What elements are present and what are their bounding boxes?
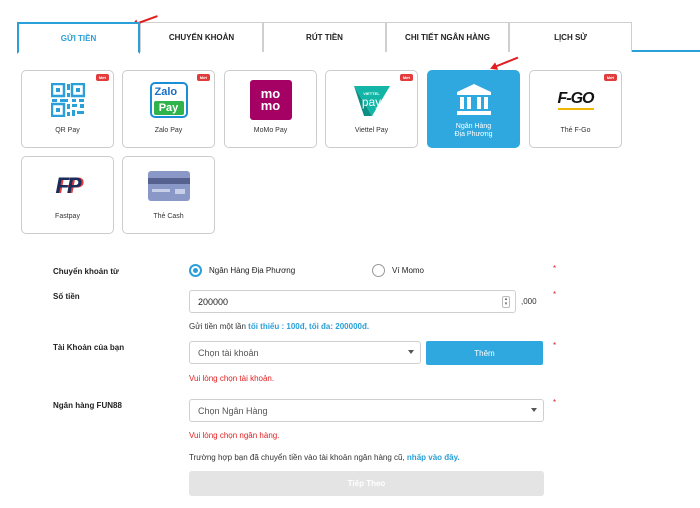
tab-bank-details[interactable]: CHI TIẾT NGÂN HÀNG [386,22,509,52]
viettel-pay-text: pay [361,95,382,109]
amount-limit-hint: Gửi tiền một lần tối thiểu : 100đ, tối đ… [189,322,369,331]
chevron-down-icon [531,408,537,412]
method-fastpay[interactable]: FP Fastpay [21,156,114,234]
amount-value: 200000 [198,296,229,307]
new-badge: Mới [399,74,413,81]
tab-bar: GỬI TIỀN CHUYỂN KHOẢN RÚT TIỀN CHI TIẾT … [17,22,700,54]
chevron-down-icon [408,350,414,354]
old-account-note: Trường hợp bạn đã chuyển tiền vào tài kh… [189,453,460,462]
method-label: Ngân Hàng Địa Phương [454,123,493,138]
method-zalo-pay[interactable]: Mới Zalo Pay Zalo Pay [122,70,215,148]
required-mark: * [553,341,557,350]
tab-history[interactable]: LỊCH SỬ [509,22,632,52]
limit-value: tối thiểu : 100đ, tối đa: 200000đ. [248,322,370,331]
tab-deposit[interactable]: GỬI TIỀN [17,22,140,54]
method-momo-pay[interactable]: mo mo MoMo Pay [224,70,317,148]
required-mark: * [553,264,557,273]
method-local-bank[interactable]: Ngân Hàng Địa Phương [427,70,520,148]
method-viettel-pay[interactable]: Mới VIETTEL pay Viettel Pay [325,70,418,148]
pay-wordmark: Pay [153,101,184,115]
required-mark: * [553,290,557,299]
limit-prefix: Gửi tiền một lần [189,322,249,331]
required-mark: * [553,398,557,407]
number-stepper-icon[interactable]: ▴ ▾ [502,296,510,308]
radio-momo-label: Ví Momo [392,266,425,275]
next-button[interactable]: Tiếp Theo [189,471,544,496]
bank-icon [451,81,497,119]
viettelpay-logo: VIETTEL pay [349,81,395,119]
fgo-wordmark: F-GO [557,90,595,110]
qr-code-icon [45,81,91,119]
method-label: Thẻ Cash [153,213,184,220]
amount-input[interactable]: 200000 ▴ ▾ [189,290,516,313]
momo-logo: mo mo [248,80,294,120]
account-select-value: Chọn tài khoản [198,347,259,358]
fastpay-logo: FP [45,167,91,205]
method-fgo-card[interactable]: Mới F-GO Thẻ F-Go [529,70,622,148]
method-cash-card[interactable]: Thẻ Cash [122,156,215,234]
click-here-link[interactable]: nhấp vào đây. [407,453,460,462]
new-badge: Mới [95,74,109,81]
new-badge: Mới [196,74,210,81]
method-label: Zalo Pay [154,127,183,134]
account-error: Vui lòng chọn tài khoản. [189,374,275,383]
radio-local-bank[interactable]: Ngân Hàng Địa Phương [189,264,295,277]
momo-bottom-text: mo [260,98,281,113]
zalo-wordmark: Zalo [154,86,178,98]
method-label: Thẻ F-Go [560,127,591,134]
account-select[interactable]: Chọn tài khoản [189,341,421,364]
tab-transfer[interactable]: CHUYỂN KHOẢN [140,22,263,52]
radio-unchecked-icon[interactable] [372,264,385,277]
method-label: Viettel Pay [354,127,389,134]
bank-select[interactable]: Chọn Ngân Hàng [189,399,544,422]
fastpay-wordmark: FP [55,173,81,198]
new-badge: Mới [603,74,617,81]
method-label: QR Pay [55,127,80,134]
radio-momo[interactable]: Ví Momo [372,264,424,277]
tab-withdraw[interactable]: RÚT TIỀN [263,22,386,52]
account-label: Tài Khoản của bạn [53,343,125,352]
card-icon [146,167,192,205]
zalopay-logo: Zalo Pay [146,81,192,119]
annotation-arrow-bank [491,56,519,69]
method-label: Fastpay [55,213,80,220]
bank-error: Vui lòng chọn ngân hàng. [189,431,280,440]
add-account-button[interactable]: Thêm [426,341,543,365]
radio-checked-icon[interactable] [189,264,202,277]
amount-suffix: ,000 [521,297,537,306]
transfer-from-label: Chuyển khoản từ [53,267,119,276]
fgo-logo: F-GO [553,81,599,119]
amount-label: Số tiền [53,292,80,301]
radio-local-bank-label: Ngân Hàng Địa Phương [209,266,296,275]
bank-label: Ngân hàng FUN88 [53,401,122,410]
note-text: Trường hợp bạn đã chuyển tiền vào tài kh… [189,453,407,462]
method-qr-pay[interactable]: Mới QR Pay [21,70,114,148]
method-label: MoMo Pay [253,127,288,134]
bank-select-value: Chọn Ngân Hàng [198,405,268,416]
